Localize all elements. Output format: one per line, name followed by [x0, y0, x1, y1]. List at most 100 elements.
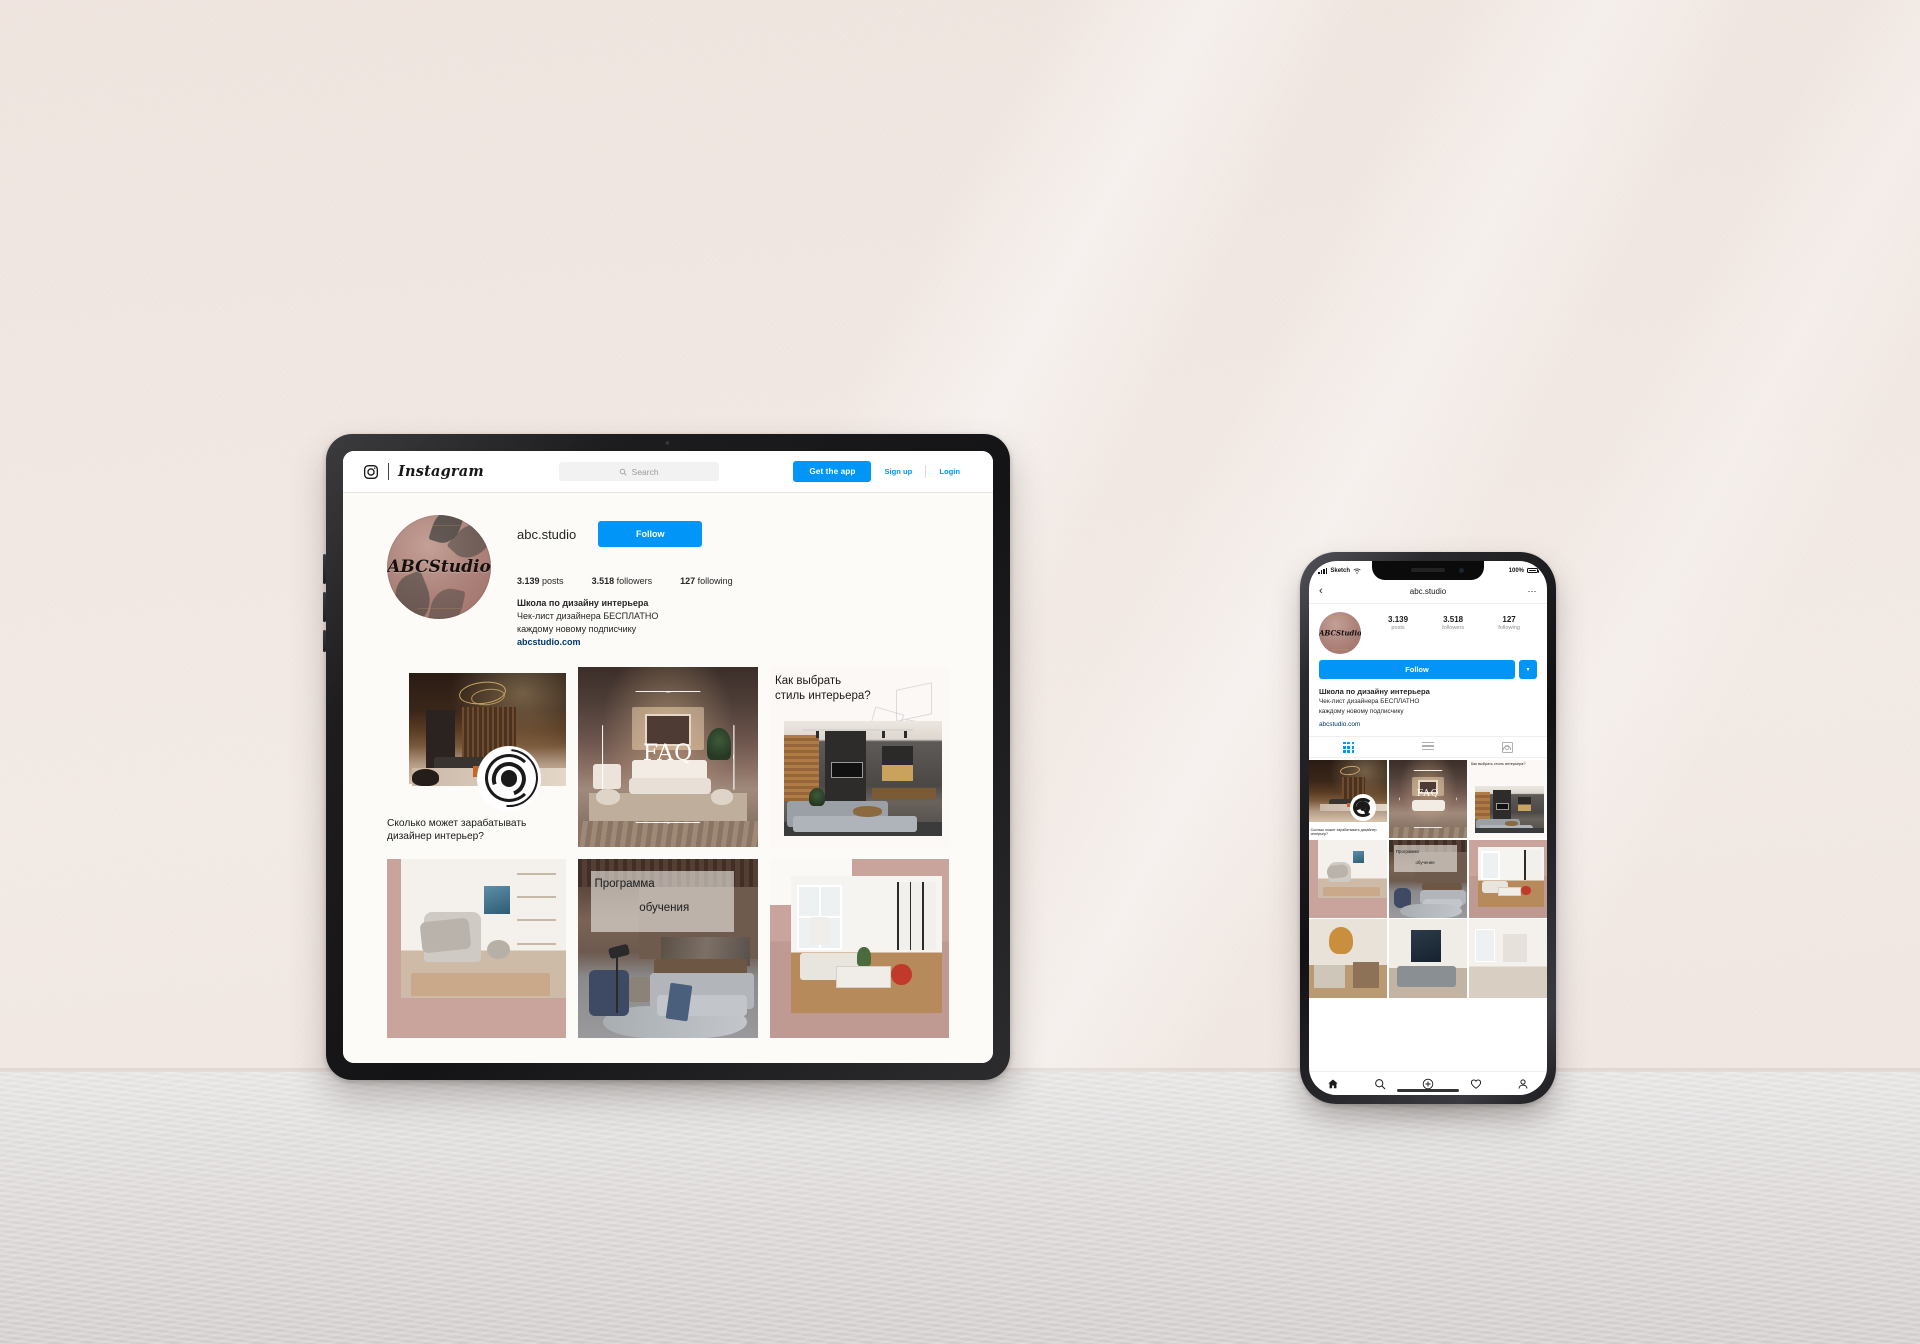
bio-link[interactable]: abcstudio.com [517, 636, 949, 649]
post-overlay-line-2: обучения [1415, 859, 1435, 865]
post-image [1478, 847, 1544, 907]
phone-post-grid: Сколько может зарабатывать дизайнер инте… [1309, 758, 1547, 998]
phone-bio-line-2: каждому новому подписчику [1319, 708, 1404, 715]
p-post-bedroom[interactable] [1309, 839, 1388, 918]
post-earnings[interactable]: Сколько может зарабатывать дизайнер инте… [387, 667, 567, 847]
tablet-side-button[interactable] [323, 630, 326, 652]
profile-stats: 3.139 posts 3.518 followers 127 followin… [517, 576, 949, 586]
tablet-device: Instagram Search Get the app Sign up Log… [323, 434, 1010, 1080]
phone-bio-title: Школа по дизайну интерьера [1319, 687, 1430, 696]
table-texture [0, 1072, 1920, 1344]
post-image [1318, 839, 1388, 898]
profile-page: ABCStudio abc.studio Follow 3.139 posts … [343, 493, 993, 1063]
phone-device: Sketch 100% ‹ abc.studio ⋯ ABCStudio 3.1… [1300, 552, 1556, 1104]
list-icon [1421, 741, 1434, 753]
search-icon[interactable] [1374, 1078, 1386, 1090]
profile-bio: Школа по дизайну интерьера Чек-лист диза… [517, 597, 949, 649]
phone-stat-followers[interactable]: 3.518 followers [1442, 615, 1464, 631]
tab-grid[interactable] [1309, 741, 1388, 753]
signal-icon [1318, 567, 1328, 574]
chevron-down-icon[interactable]: ▾ [1519, 660, 1537, 679]
instagram-logo[interactable]: Instagram [363, 463, 484, 480]
home-indicator [1397, 1089, 1459, 1092]
phone-profile-bio: Школа по дизайну интерьера Чек-лист диза… [1309, 679, 1547, 729]
p-post-earnings[interactable]: Сколько может зарабатывать дизайнер инте… [1309, 759, 1388, 838]
post-logo-badge [468, 737, 550, 820]
phone-bio-link[interactable]: abcstudio.com [1319, 720, 1537, 730]
post-detail [1313, 964, 1346, 989]
tablet-camera-icon [665, 441, 671, 446]
p-post-program[interactable]: Программа обучения [1388, 839, 1468, 918]
post-faq[interactable]: FAQ [578, 667, 758, 847]
battery-percent-label: 100% [1508, 567, 1524, 574]
p-post-extra2[interactable] [1388, 919, 1468, 998]
phone-avatar[interactable]: ABCStudio [1319, 612, 1361, 654]
profile-info: abc.studio Follow 3.139 posts 3.518 foll… [517, 515, 949, 649]
post-image [784, 720, 942, 836]
plus-circle-icon[interactable] [1422, 1078, 1434, 1090]
post-overlay-text: FAQ [642, 740, 694, 766]
profile-header: ABCStudio abc.studio Follow 3.139 posts … [387, 515, 949, 649]
heart-icon[interactable] [1470, 1078, 1482, 1090]
signup-link[interactable]: Sign up [871, 467, 925, 476]
post-grid: Сколько может зарабатывать дизайнер инте… [387, 667, 949, 1038]
phone-follow-row: Follow ▾ [1309, 654, 1547, 679]
tablet-volume-up-button[interactable] [323, 554, 326, 584]
post-title: Как выбрать стиль интерьера? [775, 675, 871, 703]
bio-line-2: каждому новому подписчику [517, 624, 637, 635]
status-left: Sketch [1318, 567, 1361, 574]
post-detail [1388, 827, 1468, 839]
home-icon[interactable] [1327, 1078, 1339, 1090]
carrier-label: Sketch [1330, 567, 1351, 574]
post-detail [1503, 933, 1527, 962]
p-post-extra3[interactable] [1468, 919, 1547, 998]
post-overlay-line-1: Программа [1395, 848, 1419, 854]
p-post-livingroom[interactable] [1468, 839, 1547, 918]
person-icon[interactable] [1517, 1078, 1529, 1090]
login-link[interactable]: Login [926, 467, 973, 476]
phone-profile-tabs [1309, 736, 1547, 759]
get-the-app-button[interactable]: Get the app [793, 461, 872, 482]
phone-follow-button[interactable]: Follow [1319, 660, 1515, 679]
phone-speaker-icon [1411, 568, 1445, 572]
post-style[interactable]: Как выбрать стиль интерьера? [769, 667, 949, 847]
post-overlay-text: FAQ [1416, 789, 1440, 800]
post-livingroom[interactable] [769, 858, 949, 1038]
post-overlay-line-2: обучения [639, 901, 690, 914]
stat-followers[interactable]: 3.518 followers [592, 576, 653, 586]
phone-top-nav: ‹ abc.studio ⋯ [1309, 580, 1547, 604]
phone-nav-title: abc.studio [1409, 587, 1447, 596]
profile-username: abc.studio [517, 526, 577, 542]
p-post-style[interactable]: Как выбрать стиль интерьера? [1468, 759, 1547, 839]
p-post-extra1[interactable] [1309, 919, 1388, 998]
post-logo-badge [1349, 794, 1377, 821]
post-bedroom[interactable] [387, 858, 567, 1038]
post-detail [1410, 930, 1441, 962]
wifi-icon [1353, 567, 1361, 574]
tab-list[interactable] [1388, 741, 1467, 753]
stat-posts[interactable]: 3.139 posts [517, 576, 564, 586]
post-detail [578, 821, 758, 847]
post-detail [1396, 966, 1457, 987]
profile-name-row: abc.studio Follow [517, 521, 949, 547]
stat-following[interactable]: 127 following [680, 576, 733, 586]
tagged-icon [1501, 741, 1513, 753]
instagram-web-header: Instagram Search Get the app Sign up Log… [343, 451, 993, 493]
avatar[interactable]: ABCStudio [387, 515, 491, 619]
search-placeholder: Search [631, 466, 659, 477]
follow-button[interactable]: Follow [598, 521, 703, 547]
tablet-volume-down-button[interactable] [323, 592, 326, 622]
search-icon [619, 468, 627, 476]
post-caption: Сколько может зарабатывать дизайнер инте… [387, 817, 527, 842]
post-image [401, 858, 567, 999]
phone-stat-posts[interactable]: 3.139 posts [1388, 615, 1408, 631]
instagram-camera-icon [364, 464, 378, 479]
post-program[interactable]: Программа обучения [578, 858, 758, 1038]
search-input[interactable]: Search [558, 462, 719, 481]
bio-line-1: Чек-лист дизайнера БЕСПЛАТНО [517, 611, 659, 622]
post-title: Как выбрать стиль интерьера? [1471, 762, 1526, 767]
logo-divider [388, 463, 389, 480]
phone-stat-following[interactable]: 127 following [1498, 615, 1520, 631]
tab-tagged[interactable] [1468, 741, 1547, 753]
p-post-faq[interactable]: FAQ [1388, 759, 1468, 839]
